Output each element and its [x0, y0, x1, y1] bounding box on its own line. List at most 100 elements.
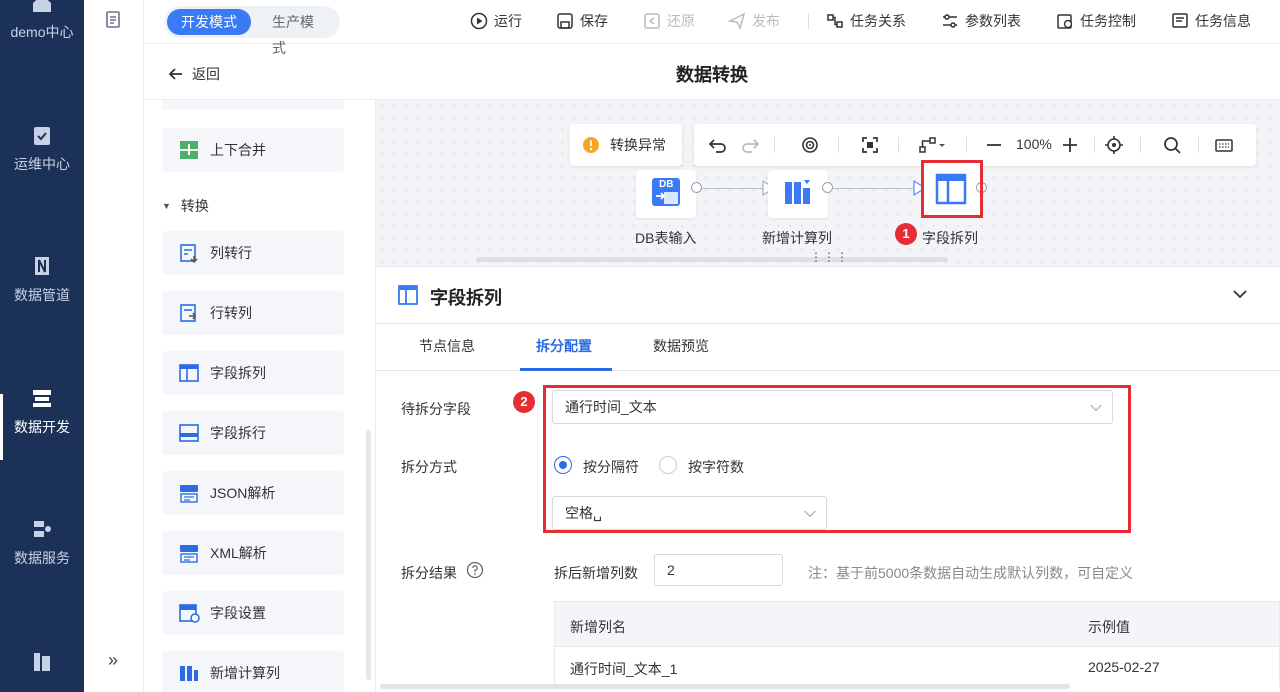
- node-calc-col[interactable]: [768, 170, 828, 218]
- op-label: 行转列: [210, 305, 252, 321]
- output-port[interactable]: [822, 182, 833, 193]
- op-xml-parse[interactable]: XML解析: [162, 531, 344, 575]
- locate-icon[interactable]: [1104, 135, 1124, 155]
- run-button[interactable]: 运行: [470, 11, 522, 31]
- fingerprint-icon[interactable]: [800, 135, 820, 155]
- nav-item-data-dev[interactable]: 数据开发: [0, 387, 84, 437]
- keyboard-icon[interactable]: [1214, 135, 1234, 155]
- expand-sidebar-button[interactable]: »: [108, 650, 118, 671]
- help-icon[interactable]: [466, 561, 484, 579]
- node-label-split-col: 字段拆列: [922, 230, 978, 246]
- fit-view-icon[interactable]: [860, 135, 880, 155]
- section-label: 转换: [180, 198, 209, 214]
- col-to-row-icon: [180, 244, 198, 264]
- step-badge-2: 2: [513, 391, 535, 413]
- op-item-partial[interactable]: [162, 100, 344, 110]
- param-list-button[interactable]: 参数列表: [941, 11, 1021, 31]
- warning-label: 转换异常: [610, 137, 666, 153]
- split-column-icon: [398, 285, 418, 305]
- warning-icon: [583, 137, 599, 153]
- layout-dropdown-icon[interactable]: [918, 135, 946, 155]
- result-table-header: 新增列名 示例值: [554, 601, 1280, 647]
- toolbar-divider: [1140, 137, 1141, 153]
- op-field-settings[interactable]: 字段设置: [162, 591, 344, 635]
- op-merge-vertical[interactable]: 上下合并: [162, 128, 344, 172]
- op-label: 上下合并: [210, 142, 266, 158]
- task-relation-button[interactable]: 任务关系: [826, 11, 906, 31]
- node-db-input[interactable]: DB: [636, 170, 696, 218]
- restore-button[interactable]: 还原: [643, 11, 695, 31]
- table-cell-col-name[interactable]: 通行时间_文本_1: [570, 659, 677, 679]
- tab-split-config[interactable]: 拆分配置: [536, 336, 592, 356]
- panel-scrollbar[interactable]: [380, 684, 1070, 689]
- calendar-clock-icon: [1057, 14, 1073, 29]
- nav-item-report[interactable]: [0, 650, 84, 680]
- save-icon: [557, 13, 573, 29]
- run-label: 运行: [494, 13, 522, 29]
- op-col-to-row[interactable]: 列转行: [162, 231, 344, 275]
- publish-button[interactable]: 发布: [728, 11, 780, 31]
- op-json-parse[interactable]: JSON解析: [162, 471, 344, 515]
- split-column-icon: [179, 364, 199, 382]
- operator-list-scrollbar[interactable]: [366, 430, 371, 680]
- nav-item-ops[interactable]: 运维中心: [0, 124, 84, 174]
- chevron-down-icon[interactable]: [1232, 288, 1248, 300]
- zoom-out-icon[interactable]: [984, 135, 1004, 155]
- field-label-source: 待拆分字段: [401, 401, 471, 417]
- op-add-calc-col[interactable]: 新增计算列: [162, 651, 344, 692]
- new-cols-label: 拆后新增列数: [554, 565, 638, 581]
- left-nav: demo中心 运维中心 数据管道 数据开发 数据服务: [0, 0, 84, 692]
- toolbar-divider: [808, 13, 809, 29]
- config-panel: 字段拆列 节点信息 拆分配置 数据预览 待拆分字段 2 通行时间_文本 拆分方式…: [376, 266, 1280, 692]
- clipboard-icon[interactable]: [104, 10, 122, 28]
- canvas-scrollbar[interactable]: [476, 257, 948, 262]
- restore-label: 还原: [667, 13, 695, 29]
- pipeline-icon: [35, 257, 49, 275]
- toolbar-divider: [1198, 137, 1199, 153]
- new-cols-input[interactable]: 2: [654, 554, 783, 586]
- param-list-label: 参数列表: [965, 13, 1021, 29]
- prod-mode-button[interactable]: 生产模式: [258, 9, 340, 56]
- task-info-button[interactable]: 任务信息: [1171, 11, 1251, 31]
- home-icon: [33, 0, 51, 12]
- caret-down-icon: ▼: [162, 201, 171, 211]
- dev-mode-button[interactable]: 开发模式: [167, 9, 251, 35]
- op-label: XML解析: [210, 545, 267, 561]
- field-label-result: 拆分结果: [401, 565, 457, 581]
- nav-label-ops: 运维中心: [14, 156, 70, 172]
- nav-item-data-service[interactable]: 数据服务: [0, 518, 84, 568]
- op-label: JSON解析: [210, 485, 276, 501]
- task-control-button[interactable]: 任务控制: [1056, 11, 1136, 31]
- resize-handle-icon[interactable]: ⋮⋮⋮: [810, 250, 849, 264]
- op-label: 字段设置: [210, 605, 266, 621]
- step-badge-1: 1: [895, 223, 917, 245]
- zoom-in-icon[interactable]: [1060, 135, 1080, 155]
- output-port[interactable]: [691, 182, 702, 193]
- nav-item-demo[interactable]: demo中心: [0, 0, 84, 42]
- transform-warning[interactable]: 转换异常: [570, 124, 682, 166]
- page-header: 返回 数据转换: [144, 44, 1280, 100]
- json-icon: [180, 485, 198, 503]
- flow-canvas[interactable]: 转换异常 100% DB DB表输入 新增计算列 1 字段拆列 ⋮⋮⋮: [376, 100, 1280, 266]
- redo-icon[interactable]: [740, 135, 760, 155]
- search-icon[interactable]: [1162, 135, 1182, 155]
- tab-node-info[interactable]: 节点信息: [419, 336, 475, 356]
- op-field-split-col[interactable]: 字段拆列: [162, 351, 344, 395]
- op-label: 字段拆列: [210, 365, 266, 381]
- section-transform[interactable]: ▼ 转换: [162, 196, 209, 216]
- table-cell-sample: 2025-02-27: [1088, 659, 1160, 675]
- field-settings-icon: [179, 604, 200, 623]
- save-button[interactable]: 保存: [556, 11, 608, 31]
- nav-item-pipeline[interactable]: 数据管道: [0, 255, 84, 305]
- zoom-level: 100%: [1016, 136, 1052, 152]
- undo-icon[interactable]: [708, 135, 728, 155]
- info-doc-icon: [1172, 13, 1188, 28]
- tab-data-preview[interactable]: 数据预览: [653, 336, 709, 356]
- split-row-icon: [179, 424, 199, 442]
- op-row-to-col[interactable]: 行转列: [162, 291, 344, 335]
- panel-header: [376, 266, 1280, 324]
- op-field-split-row[interactable]: 字段拆行: [162, 411, 344, 455]
- mode-switch: 开发模式 生产模式: [164, 6, 340, 56]
- calc-column-icon: [180, 666, 198, 681]
- node-label-calc-col: 新增计算列: [762, 230, 832, 246]
